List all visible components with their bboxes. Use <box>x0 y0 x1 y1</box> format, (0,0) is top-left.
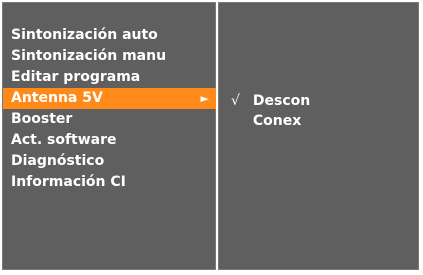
menu-item-label: Sintonización manu <box>11 48 167 64</box>
menu-item-label: Sintonización auto <box>11 27 158 43</box>
menu-item-diagnostico[interactable]: Diagnóstico <box>3 151 217 172</box>
menu-item-sintonizacion-manu[interactable]: Sintonización manu <box>3 46 217 67</box>
main-menu-panel: Sintonización auto Sintonización manu Ed… <box>2 2 217 270</box>
menu-item-label: Booster <box>11 111 73 127</box>
menu-item-act-software[interactable]: Act. software <box>3 130 217 151</box>
submenu-arrow-icon: ► <box>200 92 209 105</box>
menu-item-sintonizacion-auto[interactable]: Sintonización auto <box>3 25 217 46</box>
antenna-options: √ Descon Conex <box>231 91 310 131</box>
menu-item-antenna-5v[interactable]: Antenna 5V ► <box>3 88 217 109</box>
menu-item-label: Act. software <box>11 132 117 148</box>
option-label: Conex <box>252 113 302 129</box>
menu-item-informacion-ci[interactable]: Información CI <box>3 172 217 193</box>
menu-item-label: Editar programa <box>11 69 141 85</box>
menu-item-label: Información CI <box>11 174 126 190</box>
menu-item-editar-programa[interactable]: Editar programa <box>3 67 217 88</box>
checkmark-icon: √ <box>231 93 240 109</box>
menu-item-label: Antenna 5V <box>11 90 103 106</box>
menu-item-booster[interactable]: Booster <box>3 109 217 130</box>
option-conex[interactable]: Conex <box>231 111 310 131</box>
option-label: Descon <box>252 93 311 109</box>
menu-item-label: Diagnóstico <box>11 153 105 169</box>
option-descon[interactable]: √ Descon <box>231 91 310 111</box>
tv-settings-screen: Sintonización auto Sintonización manu Ed… <box>0 0 423 275</box>
submenu-panel: √ Descon Conex <box>218 2 419 270</box>
main-menu: Sintonización auto Sintonización manu Ed… <box>3 25 217 193</box>
